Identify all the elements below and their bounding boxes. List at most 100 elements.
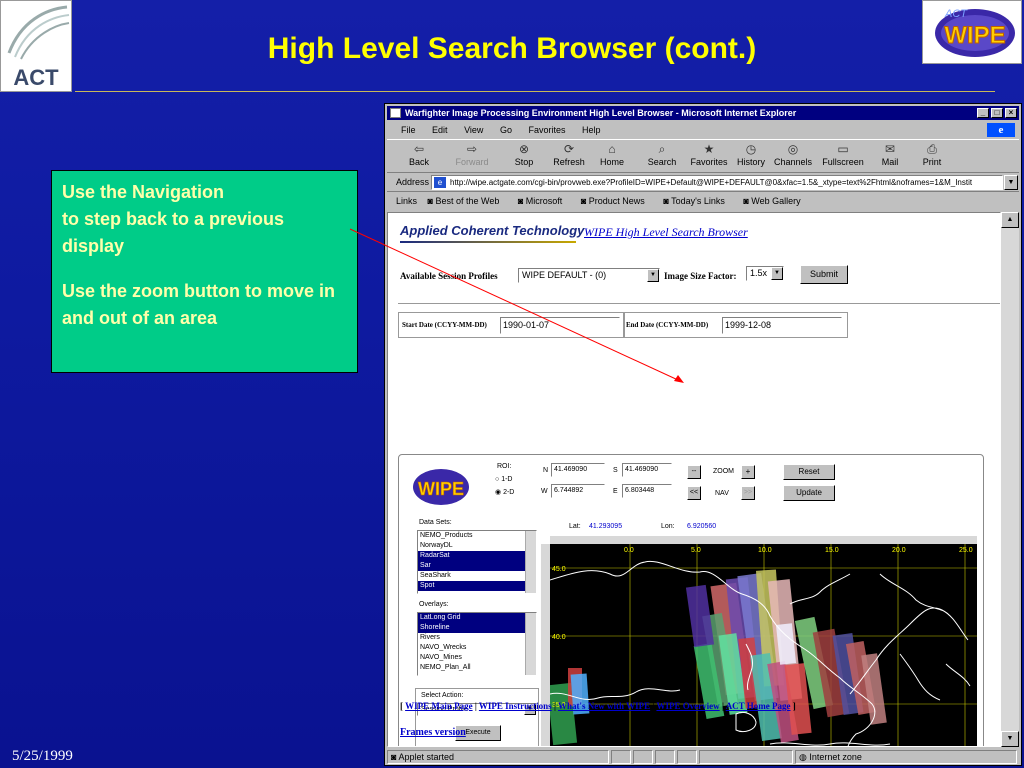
act-brand[interactable]: Applied Coherent Technology <box>400 223 584 238</box>
image-size-select[interactable]: 1.5x ▼ <box>746 266 784 281</box>
overlay-item[interactable]: NAVO_Wrecks <box>418 643 536 653</box>
wipe-instructions-link[interactable]: WIPE Instructions <box>479 701 552 711</box>
wipe-overview-link[interactable]: WIPE Overview <box>656 701 719 711</box>
scroll-down-button[interactable]: ▼ <box>1001 731 1019 747</box>
overlay-item[interactable]: Shoreline <box>418 623 536 633</box>
wipe-logo: WIPE ACT <box>922 0 1022 64</box>
lon-label: Lon: <box>661 523 675 530</box>
status-cell <box>633 750 653 764</box>
address-value: http://wipe.actgate.com/cgi-bin/provweb.… <box>450 178 973 187</box>
overlay-item[interactable]: NAVO_Mines <box>418 653 536 663</box>
image-size-label: Image Size Factor: <box>664 271 737 281</box>
roi-2d-radio[interactable]: ◉ 2-D <box>495 488 514 496</box>
zoom-out-button[interactable]: -- <box>687 465 701 479</box>
channels-button[interactable]: ◎ Channels <box>773 142 813 167</box>
longitude-tick-label: 20.0 <box>892 547 906 554</box>
map-canvas[interactable]: 0.0 5.0 10.0 15.0 20.0 25.045.040.035.0 <box>550 544 977 747</box>
dataset-item[interactable]: Sar <box>418 561 536 571</box>
home-button[interactable]: ⌂ Home <box>597 142 627 167</box>
refresh-icon: ⟳ <box>563 142 575 156</box>
wipe-logo-act: ACT <box>944 8 968 20</box>
nav-label: NAV <box>715 490 729 497</box>
refresh-button[interactable]: ⟳ Refresh <box>549 142 589 167</box>
search-label: Search <box>647 157 677 167</box>
address-input[interactable]: e http://wipe.actgate.com/cgi-bin/provwe… <box>431 175 1003 190</box>
east-input[interactable]: 6.803448 <box>622 484 672 498</box>
close-button[interactable]: × <box>1005 108 1017 118</box>
act-home-link[interactable]: ACT Home Page <box>726 701 791 711</box>
menu-favorites[interactable]: Favorites <box>528 125 565 135</box>
overlay-item[interactable]: Rivers <box>418 633 536 643</box>
submit-button[interactable]: Submit <box>800 265 848 284</box>
page-vertical-scrollbar[interactable]: ▲ ▼ <box>1001 212 1019 747</box>
session-profile-select[interactable]: WIPE DEFAULT - (0) ▼ <box>518 268 660 283</box>
longitude-tick-label: 15.0 <box>825 547 839 554</box>
link-todays-links[interactable]: ◙ Today's Links <box>663 196 733 206</box>
frames-version-link[interactable]: Frames version <box>400 727 466 738</box>
link-web-gallery[interactable]: ◙ Web Gallery <box>743 196 808 206</box>
link-product-news[interactable]: ◙ Product News <box>581 196 653 206</box>
home-icon: ⌂ <box>608 142 616 156</box>
start-date-input[interactable]: 1990-01-07 <box>500 317 620 334</box>
datasets-list[interactable]: NEMO_Products NorwayDL RadarSat Sar SeaShark… <box>417 530 537 594</box>
south-input[interactable]: 41.469090 <box>622 463 672 477</box>
history-label: History <box>736 157 765 167</box>
fullscreen-button[interactable]: ▭ Fullscreen <box>821 142 865 167</box>
datasets-scrollbar[interactable] <box>525 531 536 593</box>
reset-button[interactable]: Reset <box>783 464 835 480</box>
overlays-scrollbar[interactable] <box>525 613 536 675</box>
dataset-item[interactable]: NEMO_Products <box>418 531 536 541</box>
west-input[interactable]: 6.744892 <box>551 484 605 498</box>
favorites-icon: ★ <box>703 142 715 156</box>
nav-forward-button[interactable]: >> <box>741 486 755 500</box>
dataset-item[interactable]: NorwayDL <box>418 541 536 551</box>
longitude-tick-label: 10.0 <box>758 547 772 554</box>
whats-new-link[interactable]: What's New with WIPE <box>558 701 650 711</box>
north-input[interactable]: 41.469090 <box>551 463 605 477</box>
history-button[interactable]: ◷ History <box>735 142 767 167</box>
east-label: E <box>613 488 618 495</box>
update-button[interactable]: Update <box>783 485 835 501</box>
callout-navigation-text: Use the Navigation to step back to a pre… <box>62 182 285 256</box>
overlay-item[interactable]: LatLong Grid <box>418 613 536 623</box>
map-view[interactable]: 0.0 5.0 10.0 15.0 20.0 25.0 45.0 40.0 35.0 <box>550 544 977 747</box>
wipe-main-page-link[interactable]: WIPE Main Page <box>405 701 473 711</box>
refresh-label: Refresh <box>553 157 585 167</box>
dataset-item[interactable]: Spot <box>418 581 536 591</box>
menu-go[interactable]: Go <box>500 125 512 135</box>
status-cell <box>611 750 631 764</box>
zoom-in-button[interactable]: + <box>741 465 755 479</box>
print-button[interactable]: ⎙ Print <box>919 142 945 167</box>
overlay-item[interactable]: NEMO_Plan_All <box>418 663 536 673</box>
menu-edit[interactable]: Edit <box>432 125 448 135</box>
dataset-item[interactable]: RadarSat <box>418 551 536 561</box>
mail-button[interactable]: ✉ Mail <box>877 142 903 167</box>
menu-help[interactable]: Help <box>582 125 601 135</box>
minimize-button[interactable]: _ <box>977 108 989 118</box>
browser-window: Warfighter Image Processing Environment … <box>384 103 1022 766</box>
dataset-item[interactable]: SeaShark <box>418 571 536 581</box>
wipe-browser-link[interactable]: WIPE High Level Search Browser <box>584 225 748 240</box>
roi-1d-radio[interactable]: ○ 1-D <box>495 476 512 483</box>
stop-button[interactable]: ⊗ Stop <box>509 142 539 167</box>
nav-back-button[interactable]: << <box>687 486 701 500</box>
map-horizontal-scrollbar[interactable] <box>550 536 977 544</box>
favorites-button[interactable]: ★ Favorites <box>687 142 731 167</box>
zone-text: Internet zone <box>809 752 862 762</box>
overlays-list[interactable]: LatLong Grid Shoreline Rivers NAVO_Wrecks NA… <box>417 612 537 676</box>
link-microsoft[interactable]: ◙ Microsoft <box>518 196 570 206</box>
maximize-button[interactable]: □ <box>991 108 1003 118</box>
end-date-input[interactable]: 1999-12-08 <box>722 317 842 334</box>
map-vertical-scrollbar[interactable] <box>541 544 550 746</box>
back-button[interactable]: ⇦ Back <box>401 142 437 167</box>
search-button[interactable]: ⌕ Search <box>645 142 679 167</box>
menu-view[interactable]: View <box>464 125 483 135</box>
menu-file[interactable]: File <box>401 125 416 135</box>
channels-icon: ◎ <box>787 142 799 156</box>
scroll-up-button[interactable]: ▲ <box>1001 212 1019 228</box>
forward-button[interactable]: ⇨ Forward <box>451 142 493 167</box>
address-dropdown-button[interactable]: ▼ <box>1004 175 1018 190</box>
page-content: Applied Coherent Technology WIPE High Le… <box>387 212 1001 747</box>
link-best-of-web[interactable]: ◙ Best of the Web <box>428 196 508 206</box>
image-footprint[interactable] <box>685 584 715 648</box>
